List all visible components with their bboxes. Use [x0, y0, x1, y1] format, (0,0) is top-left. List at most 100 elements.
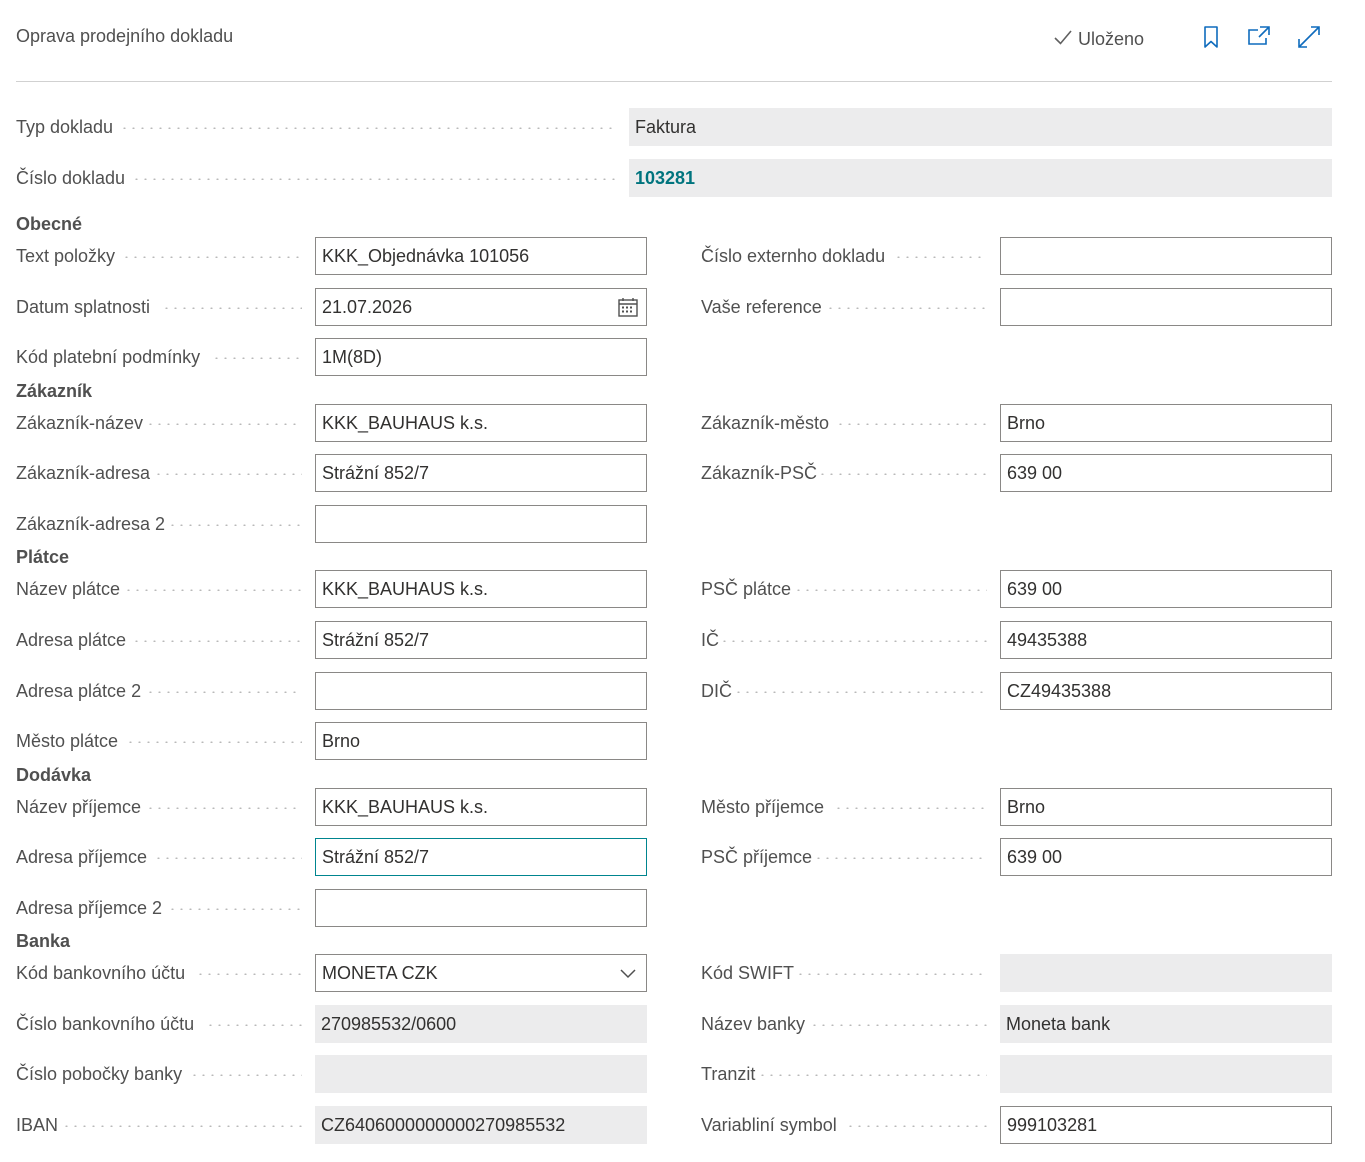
payer-name-label: Název plátce [16, 570, 125, 608]
bank-name-label: Název banky [701, 1005, 810, 1043]
your-reference-input[interactable] [1000, 288, 1332, 326]
dotted-leader [734, 691, 987, 693]
swift-code-label: Kód SWIFT [701, 954, 799, 992]
your-reference-label: Vaše reference [701, 288, 826, 326]
recipient-city-label: Město příjemce [701, 788, 829, 826]
customer-zip-input[interactable]: 639 00 [1000, 454, 1332, 492]
bank-account-code-select[interactable]: MONETA CZK [315, 954, 647, 992]
external-doc-input[interactable] [1000, 237, 1332, 275]
payer-city-input[interactable]: Brno [315, 722, 647, 760]
chevron-down-icon[interactable] [616, 961, 640, 985]
section-delivery: Dodávka [16, 765, 92, 785]
recipient-address-input[interactable]: Strážní 852/7 [315, 838, 647, 876]
dotted-leader [814, 857, 987, 859]
payment-terms-input[interactable]: 1M(8D) [315, 338, 647, 376]
section-payer: Plátce [16, 547, 70, 567]
external-doc-label: Číslo externho dokladu [701, 237, 890, 275]
recipient-city-input[interactable]: Brno [1000, 788, 1332, 826]
payer-address-label: Adresa plátce [16, 621, 131, 659]
dotted-leader [168, 908, 302, 910]
document-number-field[interactable]: 103281 [629, 159, 1332, 197]
expand-icon[interactable] [1296, 24, 1322, 50]
customer-address-input[interactable]: Strážní 852/7 [315, 454, 647, 492]
section-general: Obecné [16, 214, 83, 234]
dotted-leader [124, 589, 302, 591]
dotted-leader [758, 1074, 987, 1076]
payer-address2-input[interactable] [315, 672, 647, 710]
dotted-leader [818, 473, 987, 475]
calendar-icon[interactable] [616, 295, 640, 319]
dotted-leader [826, 307, 987, 309]
recipient-address2-label: Adresa příjemce 2 [16, 889, 167, 927]
bank-branch-label: Číslo pobočky banky [16, 1055, 187, 1093]
dotted-leader [126, 741, 302, 743]
customer-city-label: Zákazník-město [701, 404, 834, 442]
customer-address-label: Zákazník-adresa [16, 454, 155, 492]
transit-field [1000, 1055, 1332, 1093]
recipient-zip-input[interactable]: 639 00 [1000, 838, 1332, 876]
payer-zip-input[interactable]: 639 00 [1000, 570, 1332, 608]
dotted-leader [894, 256, 987, 258]
recipient-address2-input[interactable] [315, 889, 647, 927]
dotted-leader [196, 973, 302, 975]
payer-address-input[interactable]: Strážní 852/7 [315, 621, 647, 659]
payer-ic-input[interactable]: 49435388 [1000, 621, 1332, 659]
dotted-leader [720, 640, 987, 642]
swift-code-field [1000, 954, 1332, 992]
open-in-new-window-icon[interactable] [1246, 24, 1272, 50]
bank-account-code-label: Kód bankovního účtu [16, 954, 190, 992]
dotted-leader [162, 307, 302, 309]
dotted-leader [154, 857, 302, 859]
customer-address2-input[interactable] [315, 505, 647, 543]
bank-account-number-field: 270985532/0600 [315, 1005, 647, 1043]
due-date-input[interactable]: 21.07.2026 [315, 288, 647, 326]
item-text-label: Text položky [16, 237, 120, 275]
dotted-leader [132, 640, 302, 642]
section-bank: Banka [16, 931, 71, 951]
variable-symbol-label: Variabliní symbol [701, 1106, 841, 1144]
customer-zip-label: Zákazník-PSČ [701, 454, 822, 492]
bank-name-field: Moneta bank [1000, 1005, 1332, 1043]
bank-account-number-label: Číslo bankovního účtu [16, 1005, 199, 1043]
dotted-leader [154, 473, 302, 475]
dotted-leader [810, 1024, 987, 1026]
bookmark-icon[interactable] [1198, 24, 1224, 50]
payer-dic-label: DIČ [701, 672, 736, 710]
document-type-label: Typ dokladu [16, 108, 118, 146]
recipient-zip-label: PSČ příjemce [701, 838, 817, 876]
dotted-leader [122, 256, 302, 258]
customer-name-input[interactable]: KKK_BAUHAUS k.s. [315, 404, 647, 442]
dotted-leader [62, 1125, 302, 1127]
dotted-leader [834, 807, 987, 809]
dotted-leader [846, 1125, 987, 1127]
dotted-leader [146, 691, 302, 693]
document-type-field: Faktura [629, 108, 1332, 146]
saved-status: Uloženo [1052, 26, 1144, 53]
dotted-leader [794, 589, 987, 591]
document-number-label: Číslo dokladu [16, 159, 130, 197]
due-date-label: Datum splatnosti [16, 288, 155, 326]
section-customer: Zákazník [16, 381, 93, 401]
dotted-leader [146, 423, 302, 425]
payer-ic-label: IČ [701, 621, 723, 659]
customer-city-input[interactable]: Brno [1000, 404, 1332, 442]
transit-label: Tranzit [701, 1055, 760, 1093]
dotted-leader [120, 127, 615, 129]
dotted-leader [146, 807, 302, 809]
customer-name-label: Zákazník-název [16, 404, 148, 442]
dotted-leader [168, 524, 302, 526]
bank-branch-field [315, 1055, 647, 1093]
checkmark-icon [1052, 26, 1074, 53]
payment-terms-label: Kód platební podmínky [16, 338, 205, 376]
item-text-input[interactable]: KKK_Objednávka 101056 [315, 237, 647, 275]
dotted-leader [212, 357, 302, 359]
dotted-leader [836, 423, 987, 425]
payer-dic-input[interactable]: CZ49435388 [1000, 672, 1332, 710]
iban-label: IBAN [16, 1106, 63, 1144]
page-header: Oprava prodejního dokladu Uloženo [16, 0, 1332, 82]
variable-symbol-input[interactable]: 999103281 [1000, 1106, 1332, 1144]
dotted-leader [796, 973, 987, 975]
payer-name-input[interactable]: KKK_BAUHAUS k.s. [315, 570, 647, 608]
recipient-name-input[interactable]: KKK_BAUHAUS k.s. [315, 788, 647, 826]
saved-label: Uloženo [1078, 29, 1145, 49]
